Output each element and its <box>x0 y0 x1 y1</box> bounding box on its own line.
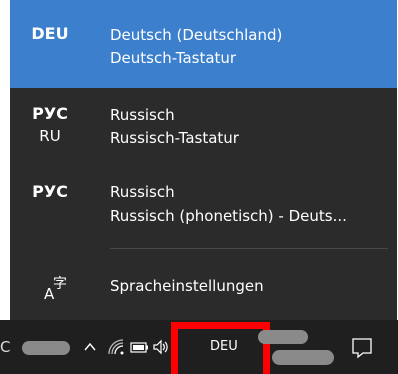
language-name: Russisch <box>110 183 175 201</box>
language-name: Russisch <box>110 106 175 124</box>
language-code: РУС <box>32 104 68 123</box>
redacted-region <box>272 350 334 365</box>
language-item-deu[interactable]: DEU Deutsch (Deutschland) Deutsch-Tastat… <box>10 0 397 88</box>
notification-icon[interactable] <box>350 336 374 360</box>
language-code: РУС <box>32 182 68 201</box>
keyboard-layout-name: Deutsch-Tastatur <box>110 49 237 67</box>
keyboard-layout-name: Russisch-Tastatur <box>110 129 239 147</box>
language-sub-code: RU <box>39 127 61 145</box>
highlight-box <box>171 322 270 374</box>
language-item-rus-phonetic[interactable]: РУС Russisch Russisch (phonetisch) - Deu… <box>10 168 397 246</box>
language-name: Deutsch (Deutschland) <box>110 26 283 44</box>
volume-icon[interactable] <box>152 339 170 355</box>
language-code: DEU <box>31 24 69 43</box>
redacted-region <box>258 330 308 344</box>
language-item-rus[interactable]: РУС RU Russisch Russisch-Tastatur <box>10 88 397 168</box>
chevron-up-icon[interactable] <box>83 340 97 354</box>
keyboard-layout-name: Russisch (phonetisch) - Deuts... <box>110 207 347 225</box>
language-settings-label: Spracheinstellungen <box>110 277 264 295</box>
language-settings-icon: A 字 <box>44 276 67 302</box>
truncated-label: C <box>0 338 11 356</box>
network-icon[interactable] <box>107 338 125 356</box>
divider <box>110 248 388 249</box>
redacted-region <box>22 341 70 355</box>
language-settings-link[interactable]: A 字 Spracheinstellungen <box>10 258 397 314</box>
battery-icon[interactable] <box>130 340 150 354</box>
svg-text:字: 字 <box>53 276 67 292</box>
language-flyout: DEU Deutsch (Deutschland) Deutsch-Tastat… <box>10 0 397 320</box>
taskbar: C DEU <box>0 320 398 374</box>
